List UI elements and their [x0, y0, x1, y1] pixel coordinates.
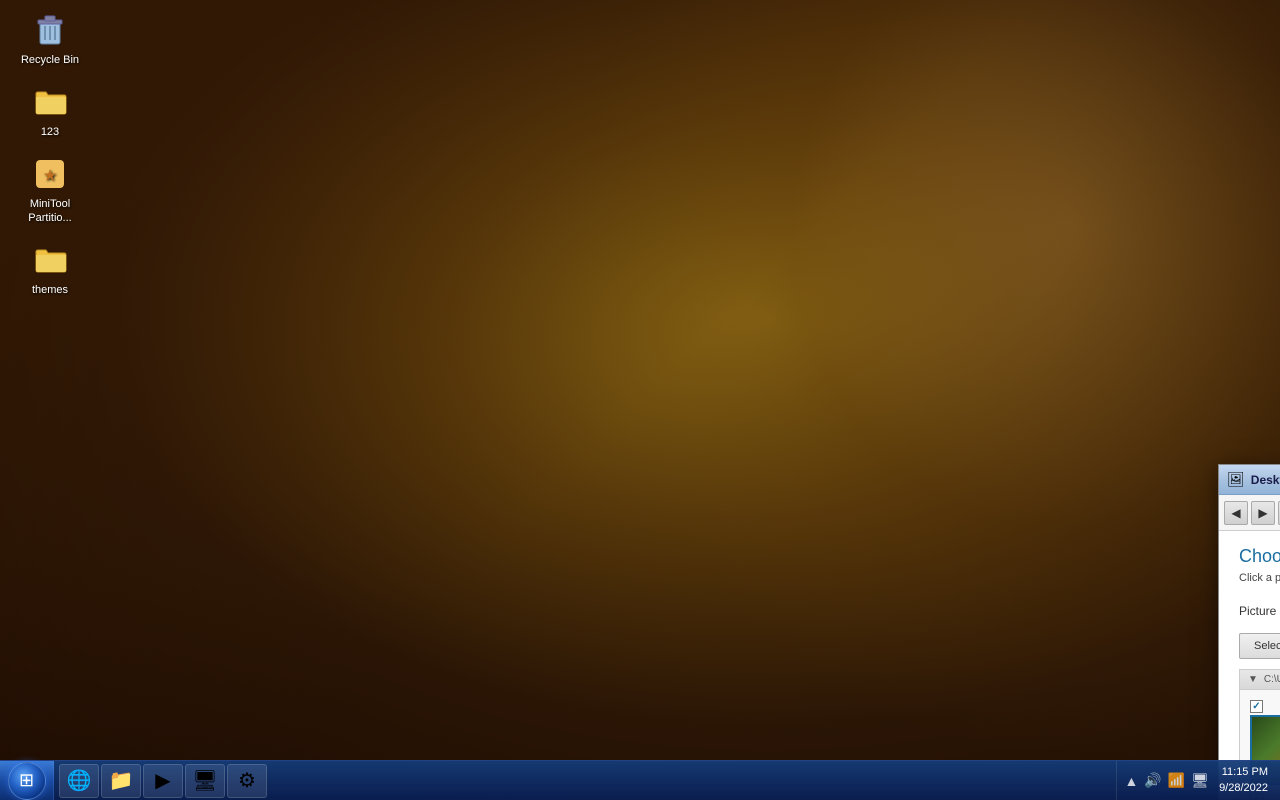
folder-123-label: 123 [41, 126, 59, 139]
image-checkbox-1[interactable] [1250, 700, 1263, 713]
tray-clock[interactable]: 11:15 PM 9/28/2022 [1215, 765, 1272, 796]
taskbar-item-network[interactable]: 🖥 [185, 764, 225, 798]
back-button[interactable]: ◀ [1224, 501, 1248, 525]
media-icon: ▶ [155, 768, 170, 793]
taskbar-items: 🌐 📁 ▶ 🖥 ⚙ [54, 761, 1116, 800]
minitool-image: ★ [30, 154, 70, 194]
image-section-header: ▼ C:\Users\Rodin\AppData\Local\Microsoft… [1240, 670, 1280, 690]
settings-icon: ⚙ [238, 768, 256, 793]
folder-123-icon[interactable]: 123 [10, 82, 90, 139]
window-title: Desktop Background [1251, 473, 1280, 487]
page-title: Choose your desktop background [1239, 546, 1280, 567]
windows-logo: ⊞ [19, 770, 34, 791]
window-frame: 🖼 Desktop Background — □ ✕ ◀ ▶ ▲ 💻 » Per… [1218, 464, 1280, 800]
taskbar-item-settings[interactable]: ⚙ [227, 764, 267, 798]
minitool-icon[interactable]: ★ MiniToolPartitio... [10, 154, 90, 224]
tray-notify-icon[interactable]: ▲ [1125, 773, 1139, 789]
address-bar: ◀ ▶ ▲ 💻 » Personalization ▶ Desktop Back… [1219, 495, 1280, 531]
select-clear-row: Select all Clear all [1239, 633, 1280, 659]
page-subtitle: Click a picture to make it your desktop … [1239, 572, 1280, 584]
desktop-icons: Recycle Bin 123 ★ MiniToolPartitio... [10, 10, 90, 312]
section-collapse-icon[interactable]: ▼ [1248, 674, 1258, 685]
clock-date: 9/28/2022 [1219, 781, 1268, 796]
title-bar: 🖼 Desktop Background — □ ✕ [1219, 465, 1280, 495]
start-orb[interactable]: ⊞ [8, 762, 46, 800]
select-all-button[interactable]: Select all [1239, 633, 1280, 659]
taskbar-tray: ▲ 🔊 📶 🖥 11:15 PM 9/28/2022 [1116, 761, 1280, 800]
recycle-bin-label: Recycle Bin [21, 54, 79, 67]
folder-123-image [30, 82, 70, 122]
checkbox-row-1 [1250, 700, 1280, 713]
picture-location-label: Picture location: [1239, 604, 1280, 618]
explorer-icon: 📁 [109, 768, 134, 793]
ie-icon: 🌐 [67, 768, 92, 793]
tray-display-icon[interactable]: 🖥 [1191, 772, 1209, 789]
window-icon: 🖼 [1227, 471, 1245, 488]
start-button[interactable]: ⊞ [0, 761, 54, 800]
recycle-bin-image [30, 10, 70, 50]
clock-time: 11:15 PM [1219, 765, 1268, 780]
themes-folder-icon[interactable]: themes [10, 240, 90, 297]
section-path: C:\Users\Rodin\AppData\Local\Microsoft\W… [1264, 674, 1280, 685]
themes-label: themes [32, 284, 68, 297]
taskbar-item-explorer[interactable]: 📁 [101, 764, 141, 798]
taskbar-item-ie[interactable]: 🌐 [59, 764, 99, 798]
tray-network-icon[interactable]: 📶 [1168, 772, 1185, 789]
network-icon: 🖥 [192, 768, 217, 793]
taskbar: ⊞ 🌐 📁 ▶ 🖥 ⚙ ▲ 🔊 📶 🖥 [0, 760, 1280, 800]
taskbar-item-media[interactable]: ▶ [143, 764, 183, 798]
forward-button[interactable]: ▶ [1251, 501, 1275, 525]
svg-text:★: ★ [44, 167, 57, 183]
tray-volume-icon[interactable]: 🔊 [1144, 772, 1161, 789]
recycle-bin-icon[interactable]: Recycle Bin [10, 10, 90, 67]
themes-folder-image [30, 240, 70, 280]
picture-location-row: Picture location: DesktopBackground Wind… [1239, 599, 1280, 623]
minitool-label: MiniToolPartitio... [28, 198, 71, 224]
desktop: Recycle Bin 123 ★ MiniToolPartitio... [0, 0, 1280, 800]
